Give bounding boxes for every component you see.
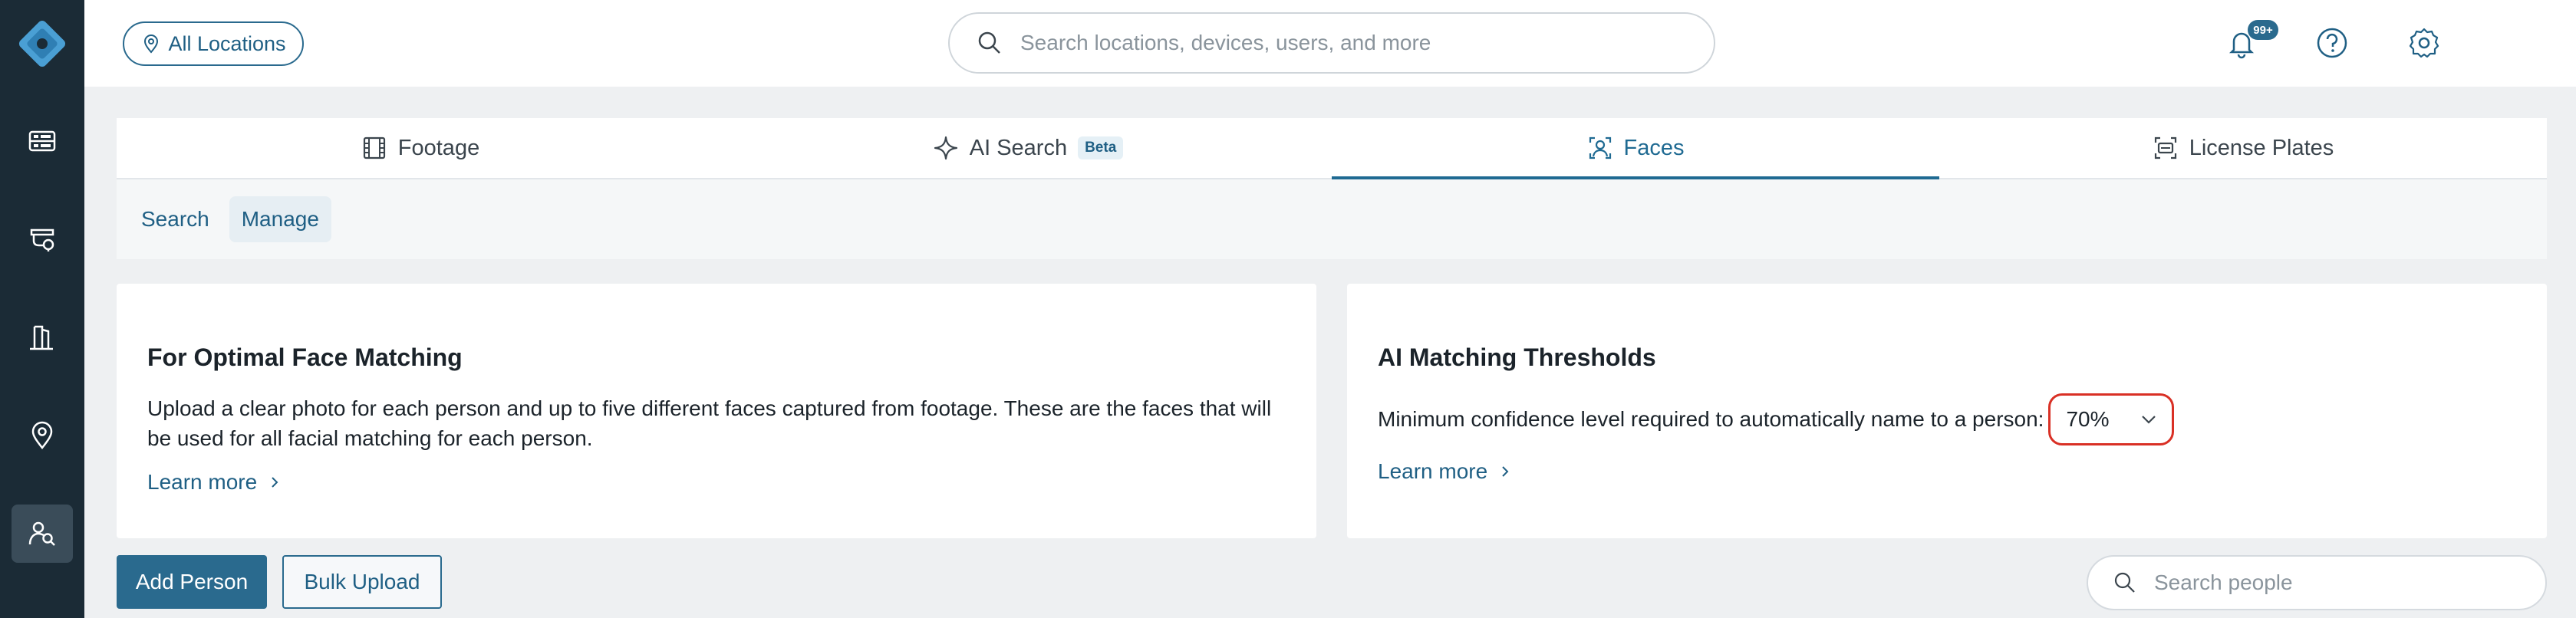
tab-license-plates-label: License Plates [2189, 135, 2334, 160]
thresholds-card-title: AI Matching Thresholds [1378, 344, 1656, 371]
confidence-threshold-value: 70% [2066, 407, 2110, 431]
optimal-learn-more-label: Learn more [147, 470, 258, 494]
tab-footage[interactable]: Footage [117, 118, 724, 178]
notification-count-badge: 99+ [2248, 20, 2278, 40]
main-tabs: Footage AI Search Beta Faces License Pla… [117, 118, 2547, 179]
optimal-learn-more-link[interactable]: Learn more [147, 470, 282, 495]
location-pin-icon [31, 421, 53, 450]
tab-faces[interactable]: Faces [1332, 118, 1939, 179]
search-people-input[interactable] [2154, 570, 2538, 595]
access-door-icon [30, 325, 53, 350]
left-sidebar [0, 0, 84, 618]
location-selector-label: All Locations [168, 31, 286, 55]
optimal-card-body: Upload a clear photo for each person and… [147, 396, 1272, 450]
optimal-face-matching-card: For Optimal Face Matching Upload a clear… [117, 284, 1316, 538]
chevron-right-icon [1502, 466, 1509, 477]
sidebar-item-locations[interactable] [12, 406, 73, 465]
add-person-button[interactable]: Add Person [117, 555, 267, 609]
global-search[interactable] [948, 12, 1715, 74]
top-bar: All Locations 99+ EV [84, 0, 2576, 87]
tab-faces-label: Faces [1623, 135, 1685, 160]
tab-license-plates[interactable]: License Plates [1939, 118, 2547, 178]
sidebar-item-dashboard[interactable] [12, 112, 73, 170]
film-icon [363, 136, 385, 159]
sparkle-icon [934, 136, 957, 160]
subtab-manage[interactable]: Manage [229, 196, 331, 242]
sub-tabs: Search Manage [117, 179, 2547, 259]
search-icon [978, 31, 1000, 54]
location-selector-button[interactable]: All Locations [123, 21, 304, 66]
search-people[interactable] [2087, 555, 2547, 610]
face-scan-icon [1589, 136, 1611, 159]
tab-footage-label: Footage [397, 135, 480, 160]
help-icon [2317, 28, 2347, 58]
tab-ai-search[interactable]: AI Search Beta [724, 118, 1332, 178]
location-pin-icon [144, 35, 159, 54]
confidence-threshold-select[interactable]: 70% [2048, 393, 2175, 445]
chevron-right-icon [272, 477, 278, 488]
confidence-label: Minimum confidence level required to aut… [1378, 407, 2044, 431]
ai-thresholds-card: AI Matching Thresholds Minimum confidenc… [1347, 284, 2547, 538]
bulk-upload-button[interactable]: Bulk Upload [282, 555, 442, 609]
thresholds-learn-more-link[interactable]: Learn more [1378, 459, 1512, 484]
help-button[interactable] [2312, 23, 2352, 63]
dashboard-icon [28, 130, 56, 152]
chevron-down-icon [2142, 416, 2156, 424]
thresholds-learn-more-label: Learn more [1378, 459, 1488, 483]
sidebar-item-access[interactable] [12, 308, 73, 367]
subtab-search[interactable]: Search [129, 196, 222, 242]
plate-scan-icon [2154, 136, 2176, 159]
app-logo-icon[interactable] [14, 15, 71, 72]
tab-ai-search-label: AI Search [969, 135, 1068, 160]
sidebar-item-people[interactable] [12, 505, 73, 563]
beta-badge: Beta [1078, 136, 1124, 159]
settings-button[interactable] [2404, 23, 2444, 63]
people-search-icon [28, 521, 55, 546]
search-icon [2114, 572, 2135, 593]
optimal-card-title: For Optimal Face Matching [147, 344, 463, 371]
global-search-input[interactable] [1020, 31, 1649, 55]
gear-icon [2409, 28, 2439, 58]
camera-icon [30, 228, 54, 251]
sidebar-item-cameras[interactable] [12, 210, 73, 268]
